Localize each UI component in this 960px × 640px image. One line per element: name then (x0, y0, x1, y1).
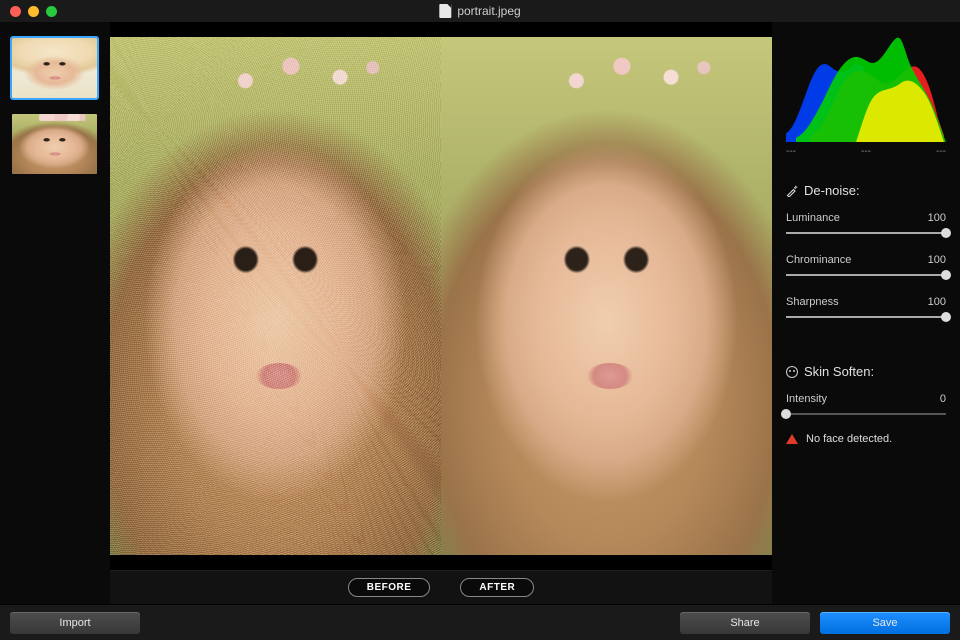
thumbnail-sidebar (0, 22, 110, 604)
sharpness-slider[interactable] (786, 316, 946, 318)
warning-row: No face detected. (786, 433, 946, 445)
histogram (786, 34, 946, 142)
after-pane[interactable] (441, 37, 772, 555)
histogram-chart (786, 34, 946, 142)
warning-text: No face detected. (806, 433, 892, 445)
intensity-label: Intensity (786, 393, 827, 405)
chrominance-label: Chrominance (786, 254, 851, 266)
denoise-section-title: De-noise: (786, 183, 946, 198)
face-icon (786, 366, 798, 378)
luminance-label: Luminance (786, 212, 840, 224)
sharpness-slider-row: Sharpness 100 (786, 296, 946, 318)
before-pane[interactable] (110, 37, 441, 555)
adjustments-panel: --- --- --- De-noise: Luminance 100 (772, 22, 960, 604)
thumbnail-image (12, 38, 97, 98)
histogram-ticks: --- --- --- (786, 146, 946, 157)
compare-toolbar: BEFORE AFTER (110, 570, 772, 604)
slider-thumb[interactable] (941, 312, 951, 322)
document-icon (439, 4, 451, 18)
warning-icon (786, 434, 798, 444)
thumbnail-item[interactable] (12, 114, 97, 174)
luminance-value: 100 (928, 212, 946, 224)
thumbnail-item[interactable] (12, 38, 97, 98)
wand-icon (786, 185, 798, 197)
chrominance-value: 100 (928, 254, 946, 266)
close-window-icon[interactable] (10, 6, 21, 17)
intensity-slider-row: Intensity 0 (786, 393, 946, 415)
footer-bar: Import Share Save (0, 604, 960, 640)
window-title: portrait.jpeg (439, 4, 520, 18)
intensity-value: 0 (940, 393, 946, 405)
after-button[interactable]: AFTER (460, 578, 534, 597)
window-titlebar: portrait.jpeg (0, 0, 960, 22)
minimize-window-icon[interactable] (28, 6, 39, 17)
traffic-lights (0, 6, 57, 17)
zoom-window-icon[interactable] (46, 6, 57, 17)
skin-title-text: Skin Soften: (804, 364, 874, 379)
sharpness-value: 100 (928, 296, 946, 308)
histogram-tick: --- (936, 146, 946, 157)
skin-section-title: Skin Soften: (786, 364, 946, 379)
intensity-slider[interactable] (786, 413, 946, 415)
window-title-text: portrait.jpeg (457, 4, 520, 18)
before-button[interactable]: BEFORE (348, 578, 431, 597)
preview-area: BEFORE AFTER (110, 22, 772, 604)
luminance-slider[interactable] (786, 232, 946, 234)
denoise-title-text: De-noise: (804, 183, 860, 198)
histogram-tick: --- (786, 146, 796, 157)
slider-thumb[interactable] (941, 228, 951, 238)
slider-thumb[interactable] (781, 409, 791, 419)
share-button[interactable]: Share (680, 612, 810, 634)
sharpness-label: Sharpness (786, 296, 839, 308)
before-image (110, 37, 441, 555)
chrominance-slider[interactable] (786, 274, 946, 276)
thumbnail-image (12, 114, 97, 174)
luminance-slider-row: Luminance 100 (786, 212, 946, 234)
chrominance-slider-row: Chrominance 100 (786, 254, 946, 276)
slider-thumb[interactable] (941, 270, 951, 280)
save-button[interactable]: Save (820, 612, 950, 634)
import-button[interactable]: Import (10, 612, 140, 634)
histogram-tick: --- (861, 146, 871, 157)
after-image (441, 37, 772, 555)
